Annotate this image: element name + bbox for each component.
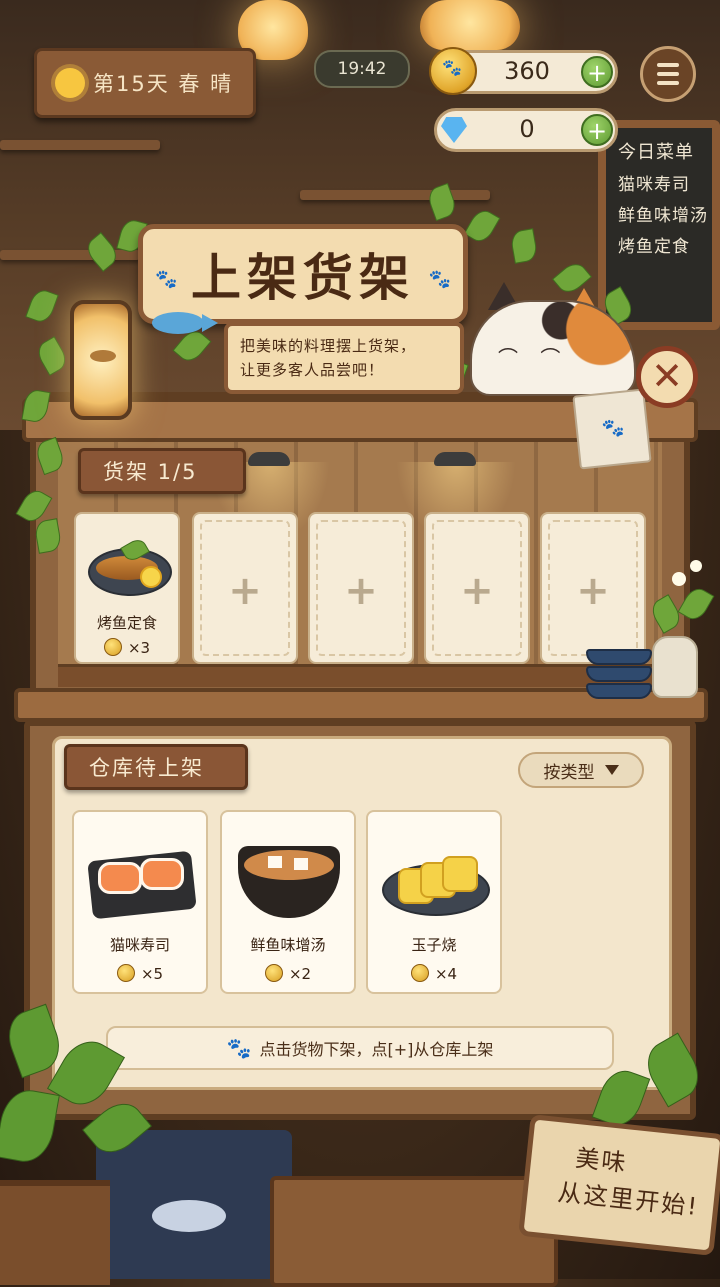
dish-quantity: ×3 bbox=[76, 638, 178, 657]
panel-title: 上架货架 bbox=[191, 249, 415, 307]
add-gems-button[interactable]: + bbox=[581, 114, 613, 146]
ceiling-lamp-icon bbox=[434, 452, 476, 466]
sun-icon bbox=[55, 68, 85, 98]
shelf-slot-empty[interactable]: + bbox=[540, 512, 646, 664]
add-icon: + bbox=[460, 568, 494, 614]
add-icon: + bbox=[576, 568, 610, 614]
shelf-label: 货架 1/5 bbox=[78, 448, 246, 494]
coin-icon bbox=[103, 638, 122, 656]
background-shelf bbox=[0, 250, 140, 260]
add-coins-button[interactable]: + bbox=[581, 56, 613, 88]
sushi-icon bbox=[98, 862, 142, 894]
dish-quantity: ×5 bbox=[74, 964, 206, 983]
date-sign: 第15天 春 晴 bbox=[34, 48, 256, 118]
stacked-bowls bbox=[586, 648, 652, 699]
coin-counter: 360 + bbox=[429, 47, 618, 95]
dish-name: 烤鱼定食 bbox=[96, 614, 157, 632]
paw-icon: 🐾 bbox=[428, 269, 451, 290]
coin-icon bbox=[264, 964, 283, 982]
gem-counter: 0 + bbox=[434, 108, 618, 152]
subtitle-sign: 把美味的料理摆上货架， 让更多客人品尝吧！ bbox=[224, 322, 464, 394]
coin-icon bbox=[116, 964, 135, 982]
add-icon: + bbox=[228, 568, 262, 614]
sort-dropdown[interactable]: 按类型 bbox=[518, 752, 644, 788]
subtitle-line-1: 把美味的料理摆上货架， bbox=[240, 337, 417, 355]
flower-icon bbox=[690, 560, 702, 572]
paw-icon: 🐾 bbox=[155, 269, 178, 290]
lemon-icon bbox=[140, 566, 162, 588]
warehouse-item-card[interactable]: 鲜鱼味增汤 ×2 bbox=[220, 810, 356, 994]
menu-item: 猫咪寿司 bbox=[618, 175, 690, 195]
chevron-down-icon bbox=[604, 765, 619, 775]
dish-name: 猫咪寿司 bbox=[109, 936, 170, 954]
coin-amount: 360 bbox=[504, 57, 550, 85]
dish-quantity: ×4 bbox=[368, 964, 500, 983]
dish-name: 玉子烧 bbox=[411, 936, 457, 954]
lantern-icon bbox=[70, 300, 132, 420]
shelf-slot-empty[interactable]: + bbox=[308, 512, 414, 664]
add-icon: + bbox=[344, 568, 378, 614]
title-sign: 🐾 上架货架 🐾 bbox=[138, 224, 468, 324]
paw-icon: 🐾 bbox=[226, 1036, 252, 1060]
menu-item: 烤鱼定食 bbox=[618, 237, 690, 257]
shelf-slot-empty[interactable]: + bbox=[424, 512, 530, 664]
miso-soup-icon bbox=[244, 850, 334, 880]
shelf-board bbox=[58, 664, 662, 687]
shelf-slot-empty[interactable]: + bbox=[192, 512, 298, 664]
clock: 19:42 bbox=[314, 50, 410, 88]
paw-towel: 🐾 bbox=[572, 388, 652, 470]
cat-face: ⌒ ⌒ bbox=[498, 346, 569, 370]
wooden-crate bbox=[270, 1176, 558, 1287]
fish-noren-cloth bbox=[96, 1130, 292, 1279]
sushi-icon bbox=[140, 858, 184, 890]
hint-text: 点击货物下架，点[+]从仓库上架 bbox=[259, 1040, 494, 1059]
menu-title: 今日菜单 bbox=[618, 142, 694, 163]
subtitle-line-2: 让更多客人品尝吧！ bbox=[240, 361, 385, 379]
date-text: 第15天 春 晴 bbox=[93, 72, 234, 96]
sort-label: 按类型 bbox=[543, 762, 595, 783]
hamburger-icon bbox=[657, 63, 679, 67]
warehouse-item-card[interactable]: 猫咪寿司 ×5 bbox=[72, 810, 208, 994]
ceiling-lamp-icon bbox=[248, 452, 290, 466]
hint-bar: 🐾 点击货物下架，点[+]从仓库上架 bbox=[106, 1026, 614, 1070]
shelf-slot-filled[interactable]: 烤鱼定食 ×3 bbox=[74, 512, 180, 664]
fish-emblem-icon bbox=[90, 350, 116, 362]
flower-vase bbox=[652, 636, 698, 698]
dish-quantity: ×2 bbox=[222, 964, 354, 983]
menu-item: 鲜鱼味增汤 bbox=[618, 206, 708, 226]
background-shelf bbox=[0, 140, 160, 150]
fish-emblem-icon bbox=[152, 1200, 226, 1232]
coin-icon bbox=[429, 47, 477, 95]
flower-icon bbox=[672, 572, 686, 586]
diamond-icon bbox=[441, 117, 467, 143]
hanging-lantern bbox=[420, 0, 520, 50]
gem-amount: 0 bbox=[519, 115, 535, 143]
welcome-sign: 美味 从这里开始! bbox=[518, 1114, 720, 1256]
coin-icon bbox=[410, 964, 429, 982]
blue-fish-icon bbox=[152, 312, 218, 334]
close-button[interactable]: ✕ bbox=[636, 346, 698, 408]
paw-icon: 🐾 bbox=[600, 416, 626, 440]
background-shelf bbox=[300, 190, 490, 200]
menu-button[interactable] bbox=[640, 46, 696, 102]
warehouse-label: 仓库待上架 bbox=[64, 744, 248, 790]
warehouse-item-card[interactable]: 玉子烧 ×4 bbox=[366, 810, 502, 994]
dish-name: 鲜鱼味增汤 bbox=[250, 936, 326, 954]
plant-pot bbox=[0, 1180, 110, 1285]
